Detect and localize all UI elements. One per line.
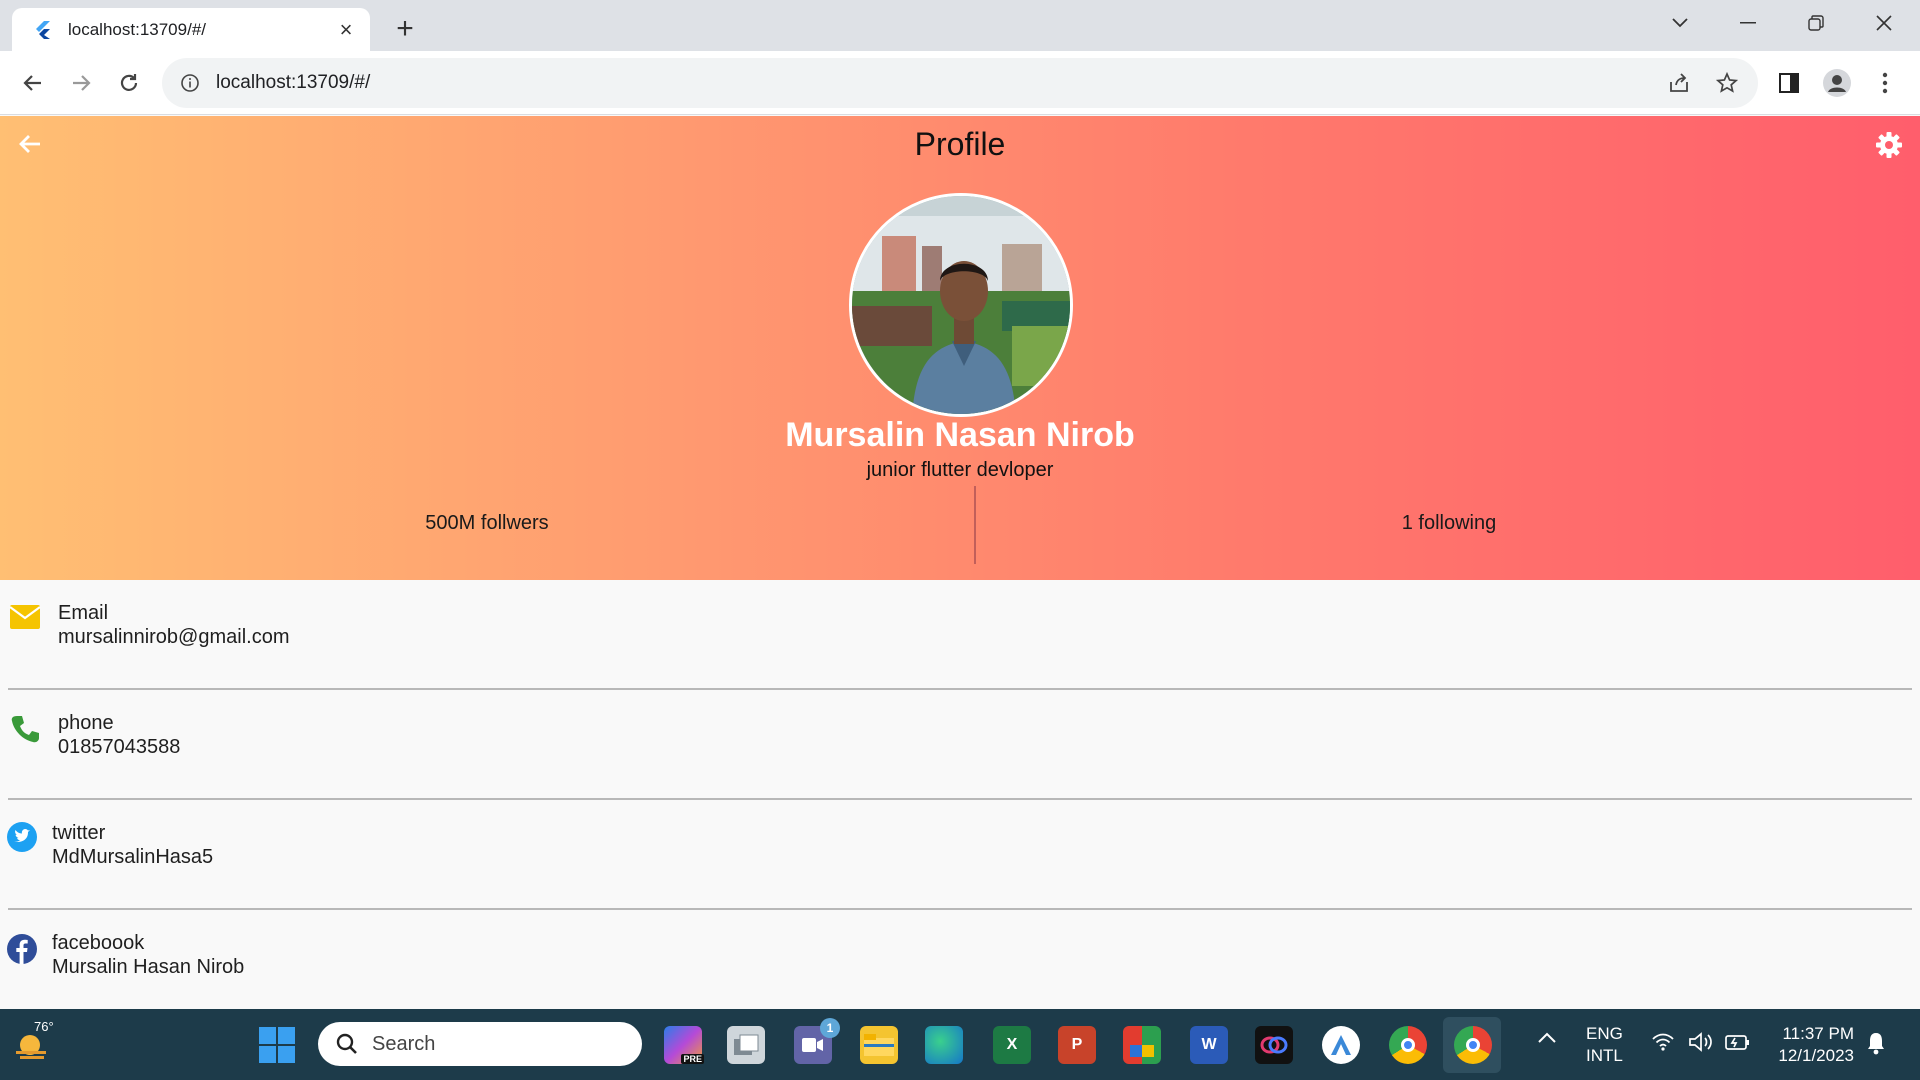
mail-icon <box>8 600 42 634</box>
phone-icon <box>8 712 42 746</box>
battery-charging-icon[interactable] <box>1724 1031 1750 1058</box>
tab-title: localhost:13709/#/ <box>68 19 206 39</box>
close-tab-icon[interactable]: × <box>332 16 360 44</box>
clock-date: 12/1/2023 <box>1778 1046 1854 1065</box>
profile-header: Profile Mursalin Nasan Nirob junior flut… <box>0 116 1920 580</box>
email-value: mursalinnirob@gmail.com <box>58 626 290 648</box>
phone-label: phone <box>58 712 114 734</box>
followers-count[interactable]: 500M follwers <box>287 512 687 535</box>
keyboard-layout: INTL <box>1586 1046 1623 1065</box>
settings-gear-icon[interactable] <box>1872 128 1906 162</box>
url-text[interactable]: localhost:13709/#/ <box>216 72 370 94</box>
wifi-icon[interactable] <box>1652 1033 1674 1056</box>
browser-tabstrip: localhost:13709/#/ × + <box>0 0 1920 51</box>
flutter-icon <box>32 20 52 40</box>
language-indicator[interactable]: ENG INTL <box>1586 1023 1623 1067</box>
back-nav-icon[interactable] <box>14 64 52 102</box>
contact-info-list: Email mursalinnirob@gmail.com phone 0185… <box>0 580 1920 1020</box>
page-title: Profile <box>914 126 1006 162</box>
new-tab-button[interactable]: + <box>388 12 422 46</box>
excel-icon[interactable]: X <box>993 1026 1031 1064</box>
facebook-label: faceboook <box>52 932 145 954</box>
creative-cloud-icon[interactable] <box>1255 1026 1293 1064</box>
copilot-icon[interactable]: PRE <box>664 1026 704 1064</box>
chrome-profile-icon[interactable] <box>1389 1026 1427 1064</box>
volume-icon[interactable] <box>1688 1031 1714 1058</box>
email-label: Email <box>58 602 109 624</box>
close-window-button[interactable] <box>1864 8 1904 38</box>
facebook-value: Mursalin Hasan Nirob <box>52 956 245 978</box>
share-icon[interactable] <box>1664 68 1694 98</box>
tab-search-icon[interactable] <box>1660 8 1700 38</box>
profile-name: Mursalin Nasan Nirob <box>785 416 1135 454</box>
twitter-icon <box>5 820 39 854</box>
forward-nav-icon[interactable] <box>62 64 100 102</box>
address-bar[interactable]: localhost:13709/#/ <box>162 58 1758 108</box>
twitter-item[interactable]: twitter MdMursalinHasa5 <box>0 800 1920 910</box>
bookmark-star-icon[interactable] <box>1712 68 1742 98</box>
browser-tab[interactable]: localhost:13709/#/ × <box>12 8 370 51</box>
profile-avatar <box>849 193 1073 417</box>
weather-temperature: 76° <box>34 1019 54 1034</box>
search-placeholder: Search <box>372 1032 436 1055</box>
teams-chat-icon[interactable]: 1 <box>794 1018 840 1064</box>
profile-role: junior flutter devloper <box>866 459 1054 481</box>
windows-start-icon[interactable] <box>258 1026 296 1064</box>
phone-value: 01857043588 <box>58 736 181 758</box>
site-info-icon[interactable] <box>178 71 202 95</box>
facebook-item[interactable]: faceboook Mursalin Hasan Nirob <box>0 910 1920 1020</box>
stats-divider <box>974 486 976 564</box>
browser-toolbar: localhost:13709/#/ <box>0 51 1920 115</box>
more-menu-icon[interactable] <box>1870 68 1900 98</box>
language-code: ENG <box>1586 1024 1623 1043</box>
powerpoint-icon[interactable]: P <box>1058 1026 1096 1064</box>
android-studio-icon[interactable] <box>1322 1026 1360 1064</box>
chrome-icon[interactable] <box>1454 1026 1492 1064</box>
email-item[interactable]: Email mursalinnirob@gmail.com <box>0 580 1920 690</box>
edge-browser-icon[interactable] <box>925 1026 963 1064</box>
twitter-value: MdMursalinHasa5 <box>52 846 214 868</box>
side-panel-icon[interactable] <box>1774 68 1804 98</box>
restore-button[interactable] <box>1796 8 1836 38</box>
microsoft-store-icon[interactable] <box>1123 1026 1161 1064</box>
profile-app: Profile Mursalin Nasan Nirob junior flut… <box>0 116 1920 1009</box>
minimize-button[interactable] <box>1728 8 1768 38</box>
show-hidden-icons-chevron-icon[interactable] <box>1538 1031 1556 1049</box>
clock-time: 11:37 PM <box>1782 1024 1854 1043</box>
reload-icon[interactable] <box>110 64 148 102</box>
profile-avatar-icon[interactable] <box>1822 68 1852 98</box>
chat-badge: 1 <box>820 1018 840 1038</box>
facebook-icon <box>5 932 39 966</box>
following-count[interactable]: 1 following <box>1249 512 1649 535</box>
search-icon <box>334 1031 360 1057</box>
notification-bell-icon[interactable] <box>1866 1031 1886 1060</box>
twitter-label: twitter <box>52 822 106 844</box>
task-view-icon[interactable] <box>727 1026 765 1064</box>
system-clock[interactable]: 11:37 PM 12/1/2023 <box>1764 1023 1854 1067</box>
phone-item[interactable]: phone 01857043588 <box>0 690 1920 800</box>
word-icon[interactable]: W <box>1190 1026 1228 1064</box>
file-explorer-icon[interactable] <box>860 1026 898 1064</box>
taskbar-search-box[interactable]: Search <box>318 1022 642 1066</box>
windows-taskbar: 76° Search PRE 1 X P W ENG INTL 11:37 PM… <box>0 1009 1920 1080</box>
